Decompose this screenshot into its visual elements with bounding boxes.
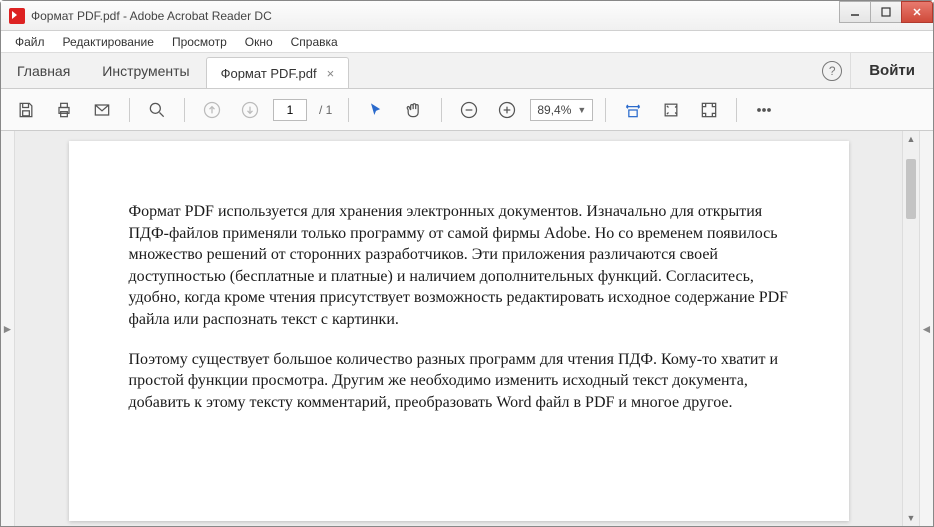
tab-document-label: Формат PDF.pdf <box>221 66 317 81</box>
tab-tools[interactable]: Инструменты <box>86 53 205 88</box>
next-page-button[interactable] <box>235 95 265 125</box>
window-titlebar: Формат PDF.pdf - Adobe Acrobat Reader DC <box>1 1 933 31</box>
menu-edit[interactable]: Редактирование <box>55 33 162 51</box>
more-tools-button[interactable] <box>749 95 779 125</box>
scroll-thumb[interactable] <box>906 159 916 219</box>
selection-tool-button[interactable] <box>361 95 391 125</box>
separator <box>184 98 185 122</box>
help-button[interactable]: ? <box>814 53 850 88</box>
document-viewport[interactable]: Формат PDF используется для хранения эле… <box>15 131 902 526</box>
paragraph: Формат PDF используется для хранения эле… <box>129 201 789 331</box>
hand-tool-button[interactable] <box>399 95 429 125</box>
separator <box>605 98 606 122</box>
menu-view[interactable]: Просмотр <box>164 33 235 51</box>
paragraph: Поэтому существует большое количество ра… <box>129 349 789 414</box>
print-button[interactable] <box>49 95 79 125</box>
tab-close-icon[interactable]: × <box>327 66 335 81</box>
vertical-scrollbar[interactable]: ▲ ▼ <box>902 131 919 526</box>
left-panel-handle[interactable]: ► <box>1 131 15 526</box>
app-icon <box>9 8 25 24</box>
close-button[interactable] <box>901 1 933 23</box>
menubar: Файл Редактирование Просмотр Окно Справк… <box>1 31 933 53</box>
right-panel-handle[interactable]: ◄ <box>919 131 933 526</box>
menu-help[interactable]: Справка <box>283 33 346 51</box>
help-icon: ? <box>822 61 842 81</box>
search-button[interactable] <box>142 95 172 125</box>
fullscreen-button[interactable] <box>694 95 724 125</box>
maximize-button[interactable] <box>870 1 902 23</box>
page-number-input[interactable] <box>273 99 307 121</box>
prev-page-button[interactable] <box>197 95 227 125</box>
window-title: Формат PDF.pdf - Adobe Acrobat Reader DC <box>31 9 840 23</box>
separator <box>348 98 349 122</box>
chevron-down-icon: ▼ <box>577 105 586 115</box>
scroll-down-arrow[interactable]: ▼ <box>903 510 919 526</box>
toolbar: / 1 89,4% ▼ <box>1 89 933 131</box>
email-button[interactable] <box>87 95 117 125</box>
tab-document[interactable]: Формат PDF.pdf × <box>206 57 350 88</box>
pdf-page: Формат PDF используется для хранения эле… <box>69 141 849 521</box>
separator <box>129 98 130 122</box>
fit-width-button[interactable] <box>618 95 648 125</box>
tabbar: Главная Инструменты Формат PDF.pdf × ? В… <box>1 53 933 89</box>
zoom-value: 89,4% <box>537 103 571 117</box>
signin-button[interactable]: Войти <box>850 53 933 88</box>
minimize-button[interactable] <box>839 1 871 23</box>
window-controls <box>840 1 933 30</box>
page-total-label: / 1 <box>315 103 336 117</box>
zoom-in-button[interactable] <box>492 95 522 125</box>
menu-file[interactable]: Файл <box>7 33 53 51</box>
separator <box>736 98 737 122</box>
save-button[interactable] <box>11 95 41 125</box>
fit-page-button[interactable] <box>656 95 686 125</box>
tab-home[interactable]: Главная <box>1 53 86 88</box>
zoom-level-dropdown[interactable]: 89,4% ▼ <box>530 99 593 121</box>
zoom-out-button[interactable] <box>454 95 484 125</box>
scroll-up-arrow[interactable]: ▲ <box>903 131 919 147</box>
content-area: ► Формат PDF используется для хранения э… <box>1 131 933 526</box>
menu-window[interactable]: Окно <box>237 33 281 51</box>
separator <box>441 98 442 122</box>
